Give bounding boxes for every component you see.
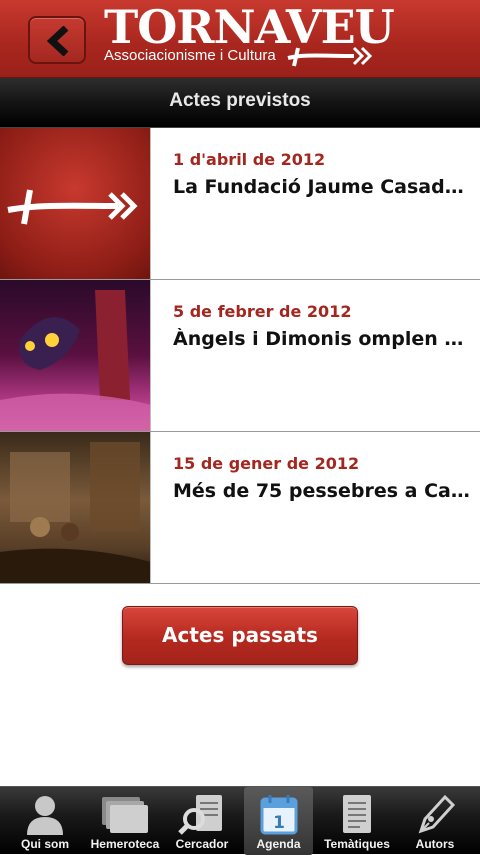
tab-tematiques[interactable]: Temàtiques bbox=[318, 787, 396, 855]
tab-label: Hemeroteca bbox=[90, 837, 160, 851]
tab-label: Temàtiques bbox=[324, 837, 390, 851]
tab-qui-som[interactable]: Qui som bbox=[4, 787, 86, 855]
tab-agenda[interactable]: 1 Agenda bbox=[244, 787, 313, 855]
chevron-left-icon bbox=[46, 26, 69, 56]
event-title: Àngels i Dimonis omplen els teatres bbox=[173, 328, 475, 350]
arrow-logo-icon bbox=[7, 189, 138, 225]
page-title: Actes previstos bbox=[169, 90, 311, 111]
event-title: Més de 75 pessebres a Catalunya bbox=[173, 480, 475, 502]
event-row[interactable]: 1 d'abril de 2012 La Fundació Jaume Casa… bbox=[0, 128, 480, 280]
tab-label: Cercador bbox=[175, 837, 229, 851]
tab-autors[interactable]: Autors bbox=[398, 787, 472, 855]
tornaveu-logo-image bbox=[0, 128, 151, 279]
nativity-scene-image bbox=[0, 432, 151, 583]
calendar-icon: 1 bbox=[260, 795, 297, 835]
event-date: 1 d'abril de 2012 bbox=[173, 150, 326, 169]
tab-label: Autors bbox=[415, 837, 455, 851]
dragon-illustration bbox=[0, 290, 150, 431]
svg-text:1: 1 bbox=[273, 813, 285, 833]
event-date: 5 de febrer de 2012 bbox=[173, 302, 352, 321]
past-events-button[interactable]: Actes passats bbox=[122, 606, 358, 665]
event-title: La Fundació Jaume Casademont i Ricard Sa… bbox=[173, 176, 475, 198]
archive-stack-icon bbox=[102, 797, 148, 833]
arrow-logo-icon bbox=[287, 46, 373, 67]
logo-subtitle: Associacionisme i Cultura bbox=[104, 47, 276, 64]
tab-cercador[interactable]: Cercador bbox=[166, 787, 238, 855]
back-button[interactable] bbox=[28, 16, 86, 64]
tab-label: Qui som bbox=[20, 837, 69, 851]
document-icon bbox=[343, 795, 371, 833]
nativity-illustration bbox=[0, 442, 150, 583]
events-list: 1 d'abril de 2012 La Fundació Jaume Casa… bbox=[0, 128, 480, 584]
event-row[interactable]: 15 de gener de 2012 Més de 75 pessebres … bbox=[0, 432, 480, 584]
section-titlebar: Actes previstos bbox=[0, 78, 480, 128]
pen-nib-icon bbox=[418, 794, 455, 834]
bottom-tabbar: Qui som Hemeroteca Cercador 1 Agenda Tem… bbox=[0, 786, 480, 855]
dragon-stage-image bbox=[0, 280, 151, 431]
search-document-icon bbox=[178, 795, 222, 835]
event-date: 15 de gener de 2012 bbox=[173, 454, 360, 473]
tab-hemeroteca[interactable]: Hemeroteca bbox=[86, 787, 164, 855]
app-header: TORNAVEU Associacionisme i Cultura bbox=[0, 0, 480, 78]
event-row[interactable]: 5 de febrer de 2012 Àngels i Dimonis omp… bbox=[0, 280, 480, 432]
tab-label: Agenda bbox=[256, 837, 301, 851]
person-icon bbox=[27, 796, 63, 835]
